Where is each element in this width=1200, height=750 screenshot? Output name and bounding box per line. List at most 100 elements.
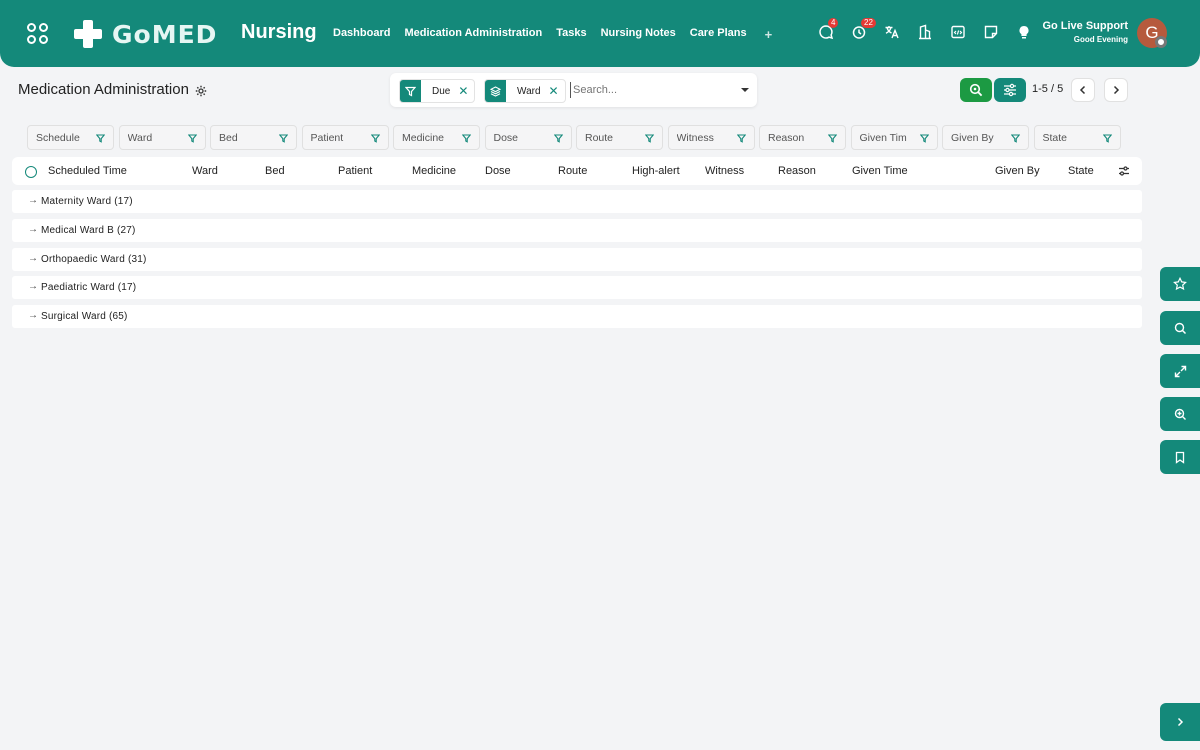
page-title: Medication Administration — [18, 81, 189, 98]
filter-label: State — [1042, 132, 1068, 144]
filter-label: Given By — [951, 132, 994, 144]
greeting: Good Evening — [1073, 35, 1128, 44]
tips-lightbulb-icon[interactable] — [1016, 24, 1033, 41]
col-state[interactable]: State — [1068, 165, 1094, 177]
filter-funnel-icon[interactable] — [462, 134, 471, 143]
filter-funnel-icon[interactable] — [187, 134, 197, 143]
facet-label: Due — [432, 85, 451, 97]
go-live-support[interactable]: Go Live Support Good Evening — [1042, 20, 1128, 44]
nav-add-button[interactable]: + — [765, 27, 773, 42]
zoom-button[interactable] — [1160, 397, 1200, 431]
filter-label: Witness — [676, 132, 714, 144]
filter-funnel-icon[interactable] — [96, 134, 105, 143]
group-label: Medical Ward B (27) — [41, 225, 136, 236]
nav-dashboard[interactable]: Dashboard — [333, 27, 390, 42]
filter-box[interactable]: Medicine — [393, 125, 480, 150]
company-building-icon[interactable] — [917, 24, 934, 41]
gomed-logo[interactable]: GoMED — [72, 18, 217, 50]
filter-box[interactable]: State — [1033, 125, 1121, 150]
filter-funnel-icon[interactable] — [1011, 134, 1020, 143]
filter-settings-button[interactable] — [994, 78, 1026, 102]
col-patient[interactable]: Patient — [338, 165, 372, 177]
filter-funnel-icon[interactable] — [279, 134, 288, 143]
arrow-right-icon: → — [28, 195, 38, 206]
remove-facet-icon[interactable]: ✕ — [458, 84, 468, 98]
group-row-orthopaedic-ward[interactable]: → Orthopaedic Ward (31) — [12, 248, 1142, 271]
zoom-search-button[interactable] — [960, 78, 992, 102]
col-route[interactable]: Route — [558, 165, 587, 177]
filter-funnel-icon[interactable] — [370, 134, 380, 143]
group-label: Maternity Ward (17) — [41, 196, 133, 207]
filter-box[interactable]: Schedule — [27, 125, 114, 150]
filter-box[interactable]: Given By — [942, 125, 1029, 150]
filter-funnel-icon[interactable] — [1102, 134, 1112, 143]
arrow-right-icon: → — [28, 310, 38, 321]
zoom-in-icon — [1174, 408, 1186, 420]
col-bed[interactable]: Bed — [265, 165, 285, 177]
translate-icon[interactable] — [884, 24, 901, 41]
filter-funnel-icon[interactable] — [553, 134, 563, 143]
search-options-caret-icon[interactable] — [741, 88, 749, 92]
facet-label: Ward — [517, 85, 541, 97]
filter-funnel-icon[interactable] — [828, 134, 837, 143]
filter-box[interactable]: Given Tim — [850, 125, 938, 150]
previous-page-button[interactable] — [1071, 78, 1095, 102]
group-row-paediatric-ward[interactable]: → Paediatric Ward (17) — [12, 276, 1142, 299]
favorite-star-button[interactable] — [1160, 267, 1200, 301]
col-reason[interactable]: Reason — [778, 165, 816, 177]
filter-box[interactable]: Patient — [301, 125, 389, 150]
group-label: Paediatric Ward (17) — [41, 282, 137, 293]
filter-label: Patient — [310, 132, 344, 144]
group-row-medical-ward-b[interactable]: → Medical Ward B (27) — [12, 219, 1142, 242]
col-given-time[interactable]: Given Time — [852, 165, 908, 177]
support-title: Go Live Support — [1042, 20, 1128, 32]
col-witness[interactable]: Witness — [705, 165, 744, 177]
search-panel: Due ✕ Ward ✕ — [390, 73, 757, 107]
filter-funnel-icon[interactable] — [919, 134, 929, 143]
group-row-surgical-ward[interactable]: → Surgical Ward (65) — [12, 305, 1142, 328]
apps-grid-icon[interactable] — [27, 23, 49, 45]
quick-search-button[interactable] — [1160, 311, 1200, 345]
facet-ward[interactable]: Ward ✕ — [484, 79, 566, 103]
filter-box[interactable]: Witness — [667, 125, 755, 150]
next-page-button[interactable] — [1104, 78, 1128, 102]
messages-badge: 4 — [828, 18, 839, 28]
bookmark-button[interactable] — [1160, 440, 1200, 474]
pager-value[interactable]: 1-5 / 5 — [1032, 83, 1063, 95]
filter-label: Bed — [219, 132, 238, 144]
remove-facet-icon[interactable]: ✕ — [549, 84, 559, 98]
col-medicine[interactable]: Medicine — [412, 165, 456, 177]
nav-care-plans[interactable]: Care Plans — [690, 27, 747, 42]
module-title[interactable]: Nursing — [241, 21, 317, 44]
filter-box[interactable]: Dose — [484, 125, 572, 150]
search-input[interactable] — [570, 82, 730, 98]
filter-box[interactable]: Bed — [210, 125, 297, 150]
col-scheduled-time[interactable]: Scheduled Time — [48, 165, 127, 177]
gear-icon[interactable] — [195, 84, 207, 102]
column-settings-icon[interactable] — [1118, 165, 1130, 180]
nav-tasks[interactable]: Tasks — [556, 27, 586, 42]
messages-icon[interactable]: 4 — [818, 18, 839, 41]
filter-box[interactable]: Ward — [118, 125, 206, 150]
filter-label: Medicine — [402, 132, 445, 144]
expand-button[interactable] — [1160, 354, 1200, 388]
sticky-note-icon[interactable] — [983, 24, 1000, 41]
group-row-maternity-ward[interactable]: → Maternity Ward (17) — [12, 190, 1142, 213]
facet-due[interactable]: Due ✕ — [399, 79, 476, 103]
activity-clock-icon[interactable]: 22 — [851, 18, 876, 41]
filter-icon — [400, 80, 421, 102]
chevron-left-icon — [1079, 85, 1086, 95]
filter-box[interactable]: Reason — [759, 125, 846, 150]
select-all-radio[interactable] — [25, 166, 37, 178]
nav-medication-administration[interactable]: Medication Administration — [404, 27, 542, 42]
col-high-alert[interactable]: High-alert — [632, 165, 680, 177]
filter-box[interactable]: Route — [576, 125, 663, 150]
filter-funnel-icon[interactable] — [645, 134, 654, 143]
col-dose[interactable]: Dose — [485, 165, 511, 177]
expand-panel-button[interactable] — [1160, 703, 1200, 741]
col-given-by[interactable]: Given By — [995, 165, 1040, 177]
filter-funnel-icon[interactable] — [736, 134, 746, 143]
col-ward[interactable]: Ward — [192, 165, 218, 177]
code-window-icon[interactable] — [950, 24, 967, 41]
nav-nursing-notes[interactable]: Nursing Notes — [601, 27, 676, 42]
